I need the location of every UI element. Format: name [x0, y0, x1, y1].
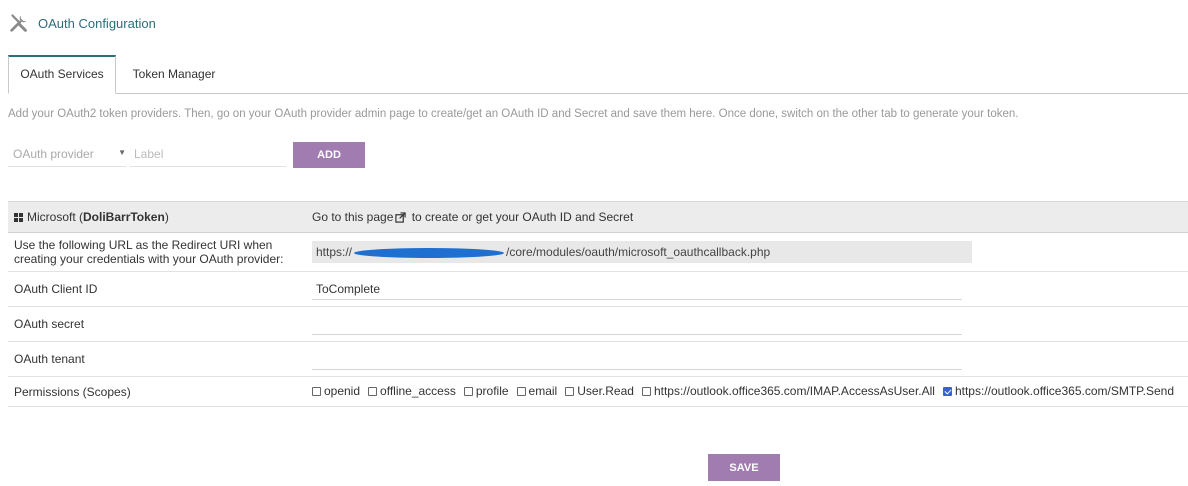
scope-label: offline_access	[380, 384, 456, 399]
scope-option[interactable]: profile	[463, 384, 509, 399]
scope-checkbox[interactable]	[463, 386, 473, 396]
redirect-uri-row: Use the following URL as the Redirect UR…	[8, 232, 1188, 272]
scope-list: openid offline_access profile email User.Rea…	[311, 384, 1182, 399]
tenant-cell	[305, 341, 1188, 377]
client-id-label: OAuth Client ID	[8, 271, 306, 307]
scope-option[interactable]: https://outlook.office365.com/SMTP.Send	[942, 384, 1174, 399]
secret-label: OAuth secret	[8, 306, 306, 342]
redirect-uri-cell: https:// /core/modules/oauth/microsoft_oa…	[305, 232, 1188, 272]
client-id-row: OAuth Client ID	[8, 271, 1188, 307]
scope-label: User.Read	[577, 384, 634, 399]
service-help-cell: Go to this page to create or get your OA…	[305, 201, 1188, 233]
secret-row: OAuth secret	[8, 306, 1188, 342]
add-button[interactable]: ADD	[293, 142, 365, 168]
redirect-url-start: https://	[315, 245, 353, 259]
chevron-down-icon: ▼	[118, 148, 126, 157]
service-header-row: Microsoft (DoliBarrToken) Go to this pag…	[8, 201, 1188, 233]
scope-label: openid	[323, 384, 361, 399]
client-id-cell	[305, 271, 1188, 307]
redirect-uri-label: Use the following URL as the Redirect UR…	[8, 232, 306, 272]
provider-name: DoliBarrToken	[83, 210, 165, 224]
redirect-uri-field[interactable]: https:// /core/modules/oauth/microsoft_oa…	[311, 241, 972, 263]
oauth-provider-placeholder: OAuth provider	[13, 146, 94, 161]
external-link-icon[interactable]	[395, 212, 407, 224]
secret-input[interactable]	[311, 313, 962, 335]
redacted-mark	[354, 247, 505, 258]
tab-bar: OAuth Services Token Manager	[8, 55, 1188, 94]
page-title: OAuth Configuration	[38, 15, 156, 31]
scope-checkbox[interactable]	[516, 386, 526, 396]
permissions-row: Permissions (Scopes) openid offline_acces…	[8, 376, 1188, 407]
go-suffix: to create or get your OAuth ID and Secre…	[408, 210, 634, 224]
info-text: Add your OAuth2 token providers. Then, g…	[8, 108, 1019, 120]
scope-label: https://outlook.office365.com/SMTP.Send	[954, 384, 1174, 399]
tenant-label: OAuth tenant	[8, 341, 306, 377]
tenant-row: OAuth tenant	[8, 341, 1188, 377]
scope-label: email	[528, 384, 558, 399]
scope-checkbox[interactable]	[311, 386, 321, 396]
redirect-url-end: /core/modules/oauth/microsoft_oauthcallb…	[506, 245, 771, 259]
tools-icon	[10, 14, 27, 32]
tenant-input[interactable]	[311, 348, 962, 370]
scope-checkbox[interactable]	[368, 386, 378, 396]
scope-checkbox[interactable]	[641, 386, 651, 396]
scope-label: https://outlook.office365.com/IMAP.Acces…	[653, 384, 935, 399]
secret-cell	[305, 306, 1188, 342]
label-input[interactable]	[130, 141, 286, 167]
provider-suffix: )	[164, 210, 169, 224]
provider-prefix: Microsoft (	[27, 210, 84, 224]
provider-page-link[interactable]: this page	[345, 210, 394, 224]
add-provider-form: OAuth provider ▼ ADD	[8, 141, 368, 168]
scope-checkbox[interactable]	[942, 386, 952, 396]
service-config-table: Microsoft (DoliBarrToken) Go to this pag…	[8, 201, 1188, 407]
scope-option[interactable]: User.Read	[565, 384, 634, 398]
scope-option[interactable]: https://outlook.office365.com/IMAP.Acces…	[641, 384, 935, 399]
page-header: OAuth Configuration	[8, 12, 156, 34]
tab-oauth-services[interactable]: OAuth Services	[8, 55, 116, 94]
scope-option[interactable]: email	[516, 384, 558, 399]
oauth-provider-select[interactable]: OAuth provider ▼	[8, 141, 126, 167]
scope-option[interactable]: openid	[311, 384, 361, 399]
save-button[interactable]: SAVE	[708, 454, 780, 481]
scope-checkbox[interactable]	[565, 386, 575, 396]
tab-token-manager[interactable]: Token Manager	[126, 55, 222, 93]
microsoft-icon	[14, 213, 23, 223]
go-prefix: Go to	[311, 210, 345, 224]
client-id-input[interactable]	[311, 278, 962, 300]
service-name-cell: Microsoft (DoliBarrToken)	[8, 201, 306, 233]
scope-option[interactable]: offline_access	[368, 384, 456, 398]
scope-label: profile	[475, 384, 509, 399]
permissions-cell: openid offline_access profile email User.Rea…	[305, 376, 1188, 407]
permissions-label: Permissions (Scopes)	[8, 376, 306, 407]
